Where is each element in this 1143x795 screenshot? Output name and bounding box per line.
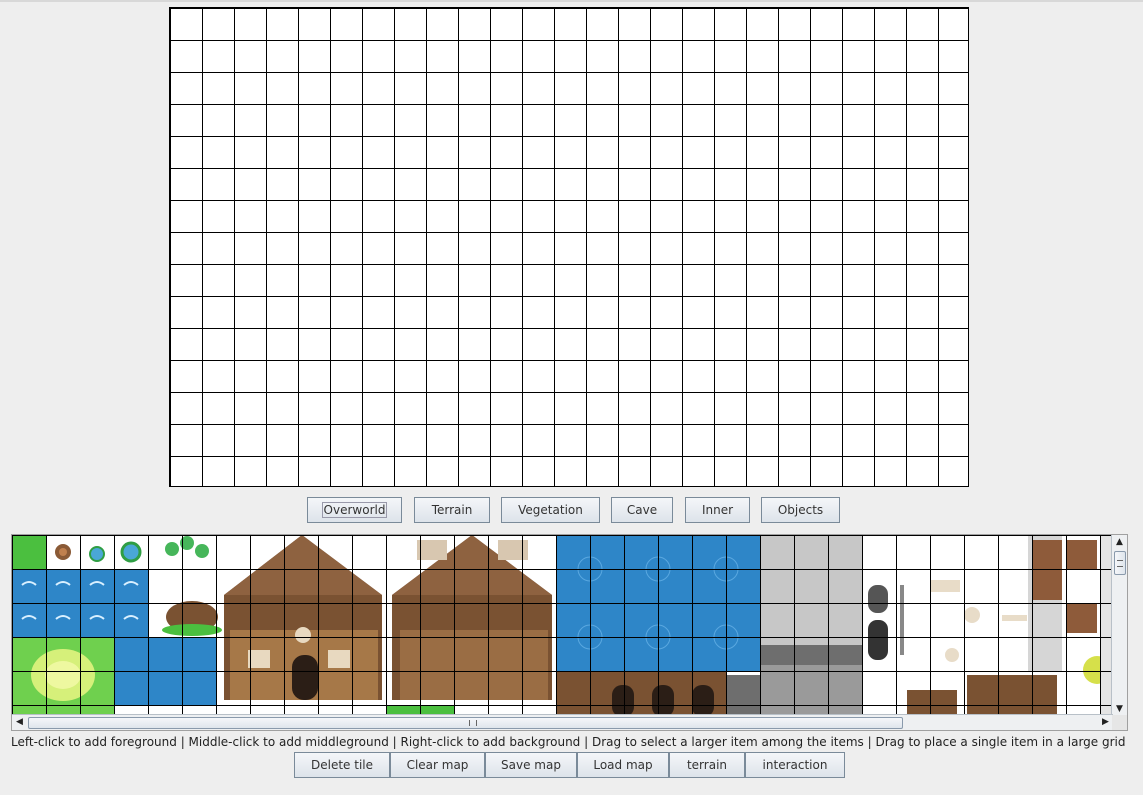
clear-map-label: Clear map: [406, 758, 469, 772]
tileset-image[interactable]: [12, 535, 1113, 717]
arrow-right-icon[interactable]: ▶: [1098, 715, 1113, 730]
tab-inner[interactable]: Inner: [685, 497, 750, 523]
tile-crate: [1032, 540, 1062, 600]
vertical-scroll-thumb[interactable]: [1114, 551, 1126, 575]
tab-terrain[interactable]: Terrain: [414, 497, 490, 523]
tile-lilypad: [89, 546, 105, 562]
save-map-button[interactable]: Save map: [485, 752, 577, 778]
map-grid[interactable]: [169, 7, 969, 487]
tileset-viewport[interactable]: [12, 535, 1113, 717]
tile-bench: [967, 675, 1057, 717]
arrow-up-icon[interactable]: ▲: [1112, 535, 1127, 550]
tile-house-wood-2: [392, 535, 552, 700]
tile-lilypad-large: [120, 541, 142, 563]
tile-grass: [12, 535, 46, 569]
terrain-label: terrain: [686, 758, 728, 772]
load-map-button[interactable]: Load map: [577, 752, 669, 778]
tab-vegetation-label: Vegetation: [518, 503, 583, 517]
window-top-border: [0, 0, 1143, 2]
tab-overworld-label: Overworld: [321, 502, 388, 518]
clear-map-button[interactable]: Clear map: [390, 752, 485, 778]
tab-cave-label: Cave: [626, 503, 658, 517]
tileset-panel: ▲ ▼ ◀ ▶: [11, 534, 1128, 731]
interaction-button[interactable]: interaction: [745, 752, 845, 778]
horizontal-scroll-thumb[interactable]: [28, 717, 903, 729]
tile-water: [12, 569, 148, 637]
tab-terrain-label: Terrain: [431, 503, 473, 517]
tile-dungeon-door: [868, 585, 888, 613]
tab-cave[interactable]: Cave: [611, 497, 673, 523]
tile-water-large: [556, 535, 760, 671]
scroll-corner: [1112, 715, 1127, 730]
load-map-label: Load map: [593, 758, 653, 772]
tab-objects[interactable]: Objects: [761, 497, 840, 523]
arrow-left-icon[interactable]: ◀: [12, 715, 27, 730]
interaction-label: interaction: [762, 758, 828, 772]
save-map-label: Save map: [501, 758, 561, 772]
tab-overworld[interactable]: Overworld: [307, 497, 402, 523]
tile-skull: [964, 607, 980, 623]
tab-objects-label: Objects: [777, 503, 824, 517]
tab-inner-label: Inner: [701, 503, 734, 517]
tileset-vertical-scrollbar[interactable]: ▲ ▼: [1111, 535, 1127, 717]
tab-vegetation[interactable]: Vegetation: [501, 497, 600, 523]
instructions-label: Left-click to add foreground | Middle-cl…: [11, 735, 1126, 749]
delete-tile-button[interactable]: Delete tile: [294, 752, 390, 778]
delete-tile-label: Delete tile: [311, 758, 373, 772]
tileset-horizontal-scrollbar[interactable]: ◀ ▶: [12, 714, 1113, 730]
tile-stone-wall: [760, 535, 862, 645]
terrain-button[interactable]: terrain: [669, 752, 745, 778]
tile-house-wood: [224, 535, 382, 700]
tile-bush-small: [165, 542, 179, 556]
